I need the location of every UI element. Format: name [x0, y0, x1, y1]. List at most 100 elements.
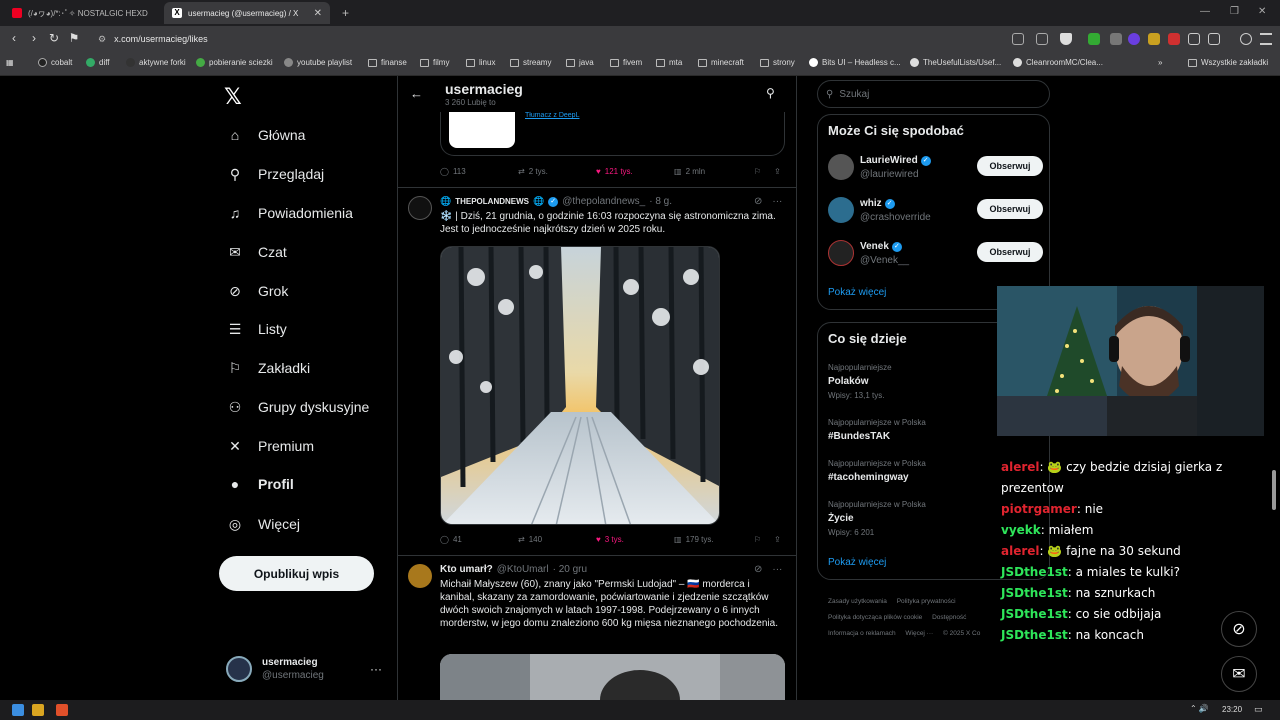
- bookmark-button[interactable]: ⚐: [754, 167, 761, 176]
- windows-start-icon[interactable]: [12, 704, 24, 716]
- like-button[interactable]: ♥ 121 tys.: [596, 167, 633, 176]
- bookmark-folder[interactable]: streamy: [510, 58, 551, 67]
- extension-icon[interactable]: [1128, 33, 1140, 45]
- translate-link[interactable]: Tłumacz z DeepL: [525, 112, 579, 119]
- more-icon[interactable]: ···: [772, 196, 782, 207]
- sidebar-icon[interactable]: [1208, 33, 1220, 45]
- bookmark-item[interactable]: CleanroomMC/Clea...: [1013, 58, 1103, 67]
- close-window-icon[interactable]: ✕: [1258, 6, 1266, 17]
- browser-tab-active[interactable]: X usermacieg (@usermacieg) / X ✕: [164, 2, 330, 24]
- reply-button[interactable]: ◯ 41: [440, 535, 462, 544]
- grok-icon[interactable]: ⊘: [754, 564, 762, 575]
- more-icon[interactable]: ···: [772, 564, 782, 575]
- search-input[interactable]: ⚲ Szukaj: [817, 80, 1050, 108]
- clock[interactable]: 23:20: [1222, 705, 1242, 714]
- nav-explore[interactable]: ⚲ Przeglądaj: [226, 165, 324, 183]
- notification-icon[interactable]: ▭: [1254, 704, 1263, 715]
- bookmark-folder[interactable]: linux: [466, 58, 495, 67]
- bookmark-item[interactable]: Bits UI – Headless c...: [809, 58, 901, 67]
- follow-button[interactable]: Obserwuj: [977, 199, 1043, 219]
- bookmark-item[interactable]: diff: [86, 58, 110, 67]
- bookmark-item[interactable]: TheUsefulLists/Usef...: [910, 58, 1001, 67]
- trend-item[interactable]: Najpopularniejsze Polaków Wpisy: 13,1 ty…: [828, 363, 892, 400]
- messages-float-button[interactable]: ✉: [1221, 656, 1257, 692]
- browser-icon[interactable]: [56, 704, 68, 716]
- bookmark-item[interactable]: cobalt: [38, 58, 72, 67]
- share-icon[interactable]: [1036, 33, 1048, 45]
- cast-icon[interactable]: [1012, 33, 1024, 45]
- repost-button[interactable]: ⇄ 140: [518, 535, 542, 544]
- follow-button[interactable]: Obserwuj: [977, 156, 1043, 176]
- bookmark-folder[interactable]: mta: [656, 58, 682, 67]
- bookmark-folder[interactable]: java: [566, 58, 594, 67]
- post-time[interactable]: · 20 gru: [553, 564, 587, 575]
- maximize-icon[interactable]: ❐: [1230, 6, 1239, 17]
- account-switcher[interactable]: usermacieg @usermacieg: [226, 656, 324, 682]
- nav-chat[interactable]: ✉ Czat: [226, 243, 287, 261]
- forward-icon[interactable]: ›: [26, 31, 42, 45]
- footer-link[interactable]: Polityka prywatności: [897, 598, 956, 605]
- footer-link[interactable]: Informacja o reklamach: [828, 630, 896, 637]
- trend-item[interactable]: Najpopularniejsze w Polska Życie Wpisy: …: [828, 500, 926, 537]
- bookmark-folder[interactable]: filmy: [420, 58, 449, 67]
- show-more-link[interactable]: Pokaż więcej: [828, 557, 886, 568]
- footer-link[interactable]: Zasady użytkowania: [828, 598, 887, 605]
- share-button[interactable]: ⇪: [774, 167, 781, 176]
- bookmark-button[interactable]: ⚐: [754, 535, 761, 544]
- nav-premium[interactable]: ✕ Premium: [226, 437, 314, 455]
- new-tab-button[interactable]: +: [334, 2, 354, 24]
- reply-button[interactable]: ◯ 113: [440, 167, 466, 176]
- post-image[interactable]: [440, 654, 785, 700]
- tray-icons[interactable]: ⌃ 🔊: [1190, 704, 1209, 713]
- avatar[interactable]: [408, 196, 432, 220]
- search-icon[interactable]: ⚲: [766, 86, 775, 100]
- nav-home[interactable]: ⌂ Główna: [226, 126, 306, 144]
- follow-suggestion[interactable]: whiz ✓ @crashoverride Obserwuj: [828, 196, 1043, 226]
- quoted-card[interactable]: Tłumacz z DeepL: [440, 112, 785, 156]
- follow-suggestion[interactable]: Venek ✓ @Venek__ Obserwuj: [828, 239, 1043, 269]
- footer-link[interactable]: Dostępność: [932, 614, 966, 621]
- footer-link[interactable]: Więcej ···: [905, 630, 933, 637]
- account-more-icon[interactable]: ···: [370, 662, 382, 676]
- all-bookmarks-folder[interactable]: Wszystkie zakładki: [1188, 58, 1268, 67]
- close-tab-icon[interactable]: ✕: [314, 8, 322, 19]
- bookmark-item[interactable]: aktywne forki: [126, 58, 186, 67]
- minimize-icon[interactable]: —: [1200, 6, 1210, 17]
- author-handle[interactable]: @KtoUmarl: [497, 564, 549, 575]
- trend-item[interactable]: Najpopularniejsze w Polska #tacohemingwa…: [828, 459, 926, 483]
- puzzle-icon[interactable]: [1188, 33, 1200, 45]
- shield-icon[interactable]: [1060, 33, 1072, 45]
- grok-icon[interactable]: ⊘: [754, 196, 762, 207]
- trend-item[interactable]: Najpopularniejsze w Polska #BundesTAK: [828, 418, 926, 442]
- nav-bookmarks[interactable]: ⚐ Zakładki: [226, 359, 310, 377]
- bookmark-item[interactable]: pobieranie sciezki: [196, 58, 273, 67]
- share-button[interactable]: ⇪: [774, 535, 781, 544]
- x-logo-icon[interactable]: 𝕏: [224, 84, 242, 110]
- music-icon[interactable]: [1240, 33, 1252, 45]
- avatar[interactable]: [408, 564, 432, 588]
- browser-tab[interactable]: (/◕ヮ◕)/*:･ﾟ✧ NOSTALGIC HEXD: [4, 2, 160, 24]
- extension-check-icon[interactable]: [1088, 33, 1100, 45]
- file-explorer-icon[interactable]: [32, 704, 44, 716]
- nav-notifications[interactable]: ♫ Powiadomienia: [226, 204, 353, 222]
- nav-more[interactable]: ◎ Więcej: [226, 515, 300, 533]
- footer-link[interactable]: Polityka dotycząca plików cookie: [828, 614, 922, 621]
- nav-communities[interactable]: ⚇ Grupy dyskusyjne: [226, 398, 370, 416]
- extension-icon[interactable]: [1110, 33, 1122, 45]
- views-button[interactable]: ▥ 2 mln: [674, 167, 705, 176]
- like-button[interactable]: ♥ 3 tys.: [596, 535, 624, 544]
- reload-icon[interactable]: ↻: [46, 31, 62, 45]
- url-field[interactable]: ⚙ x.com/usermacieg/likes: [88, 29, 1008, 49]
- apps-icon[interactable]: ▦: [6, 58, 14, 67]
- post-image-winter-forest[interactable]: [440, 246, 720, 525]
- follow-suggestion[interactable]: LaurieWired ✓ @lauriewired Obserwuj: [828, 153, 1043, 183]
- back-icon[interactable]: ‹: [6, 31, 22, 45]
- bookmark-page-icon[interactable]: ⚑: [66, 31, 82, 45]
- repost-button[interactable]: ⇄ 2 tys.: [518, 167, 548, 176]
- show-more-link[interactable]: Pokaż więcej: [828, 287, 886, 298]
- bookmark-folder[interactable]: strony: [760, 58, 795, 67]
- views-button[interactable]: ▥ 179 tys.: [674, 535, 714, 544]
- nav-lists[interactable]: ☰ Listy: [226, 320, 287, 338]
- bookmark-folder[interactable]: fivem: [610, 58, 642, 67]
- author-name[interactable]: THEPOLANDNEWS: [455, 197, 529, 206]
